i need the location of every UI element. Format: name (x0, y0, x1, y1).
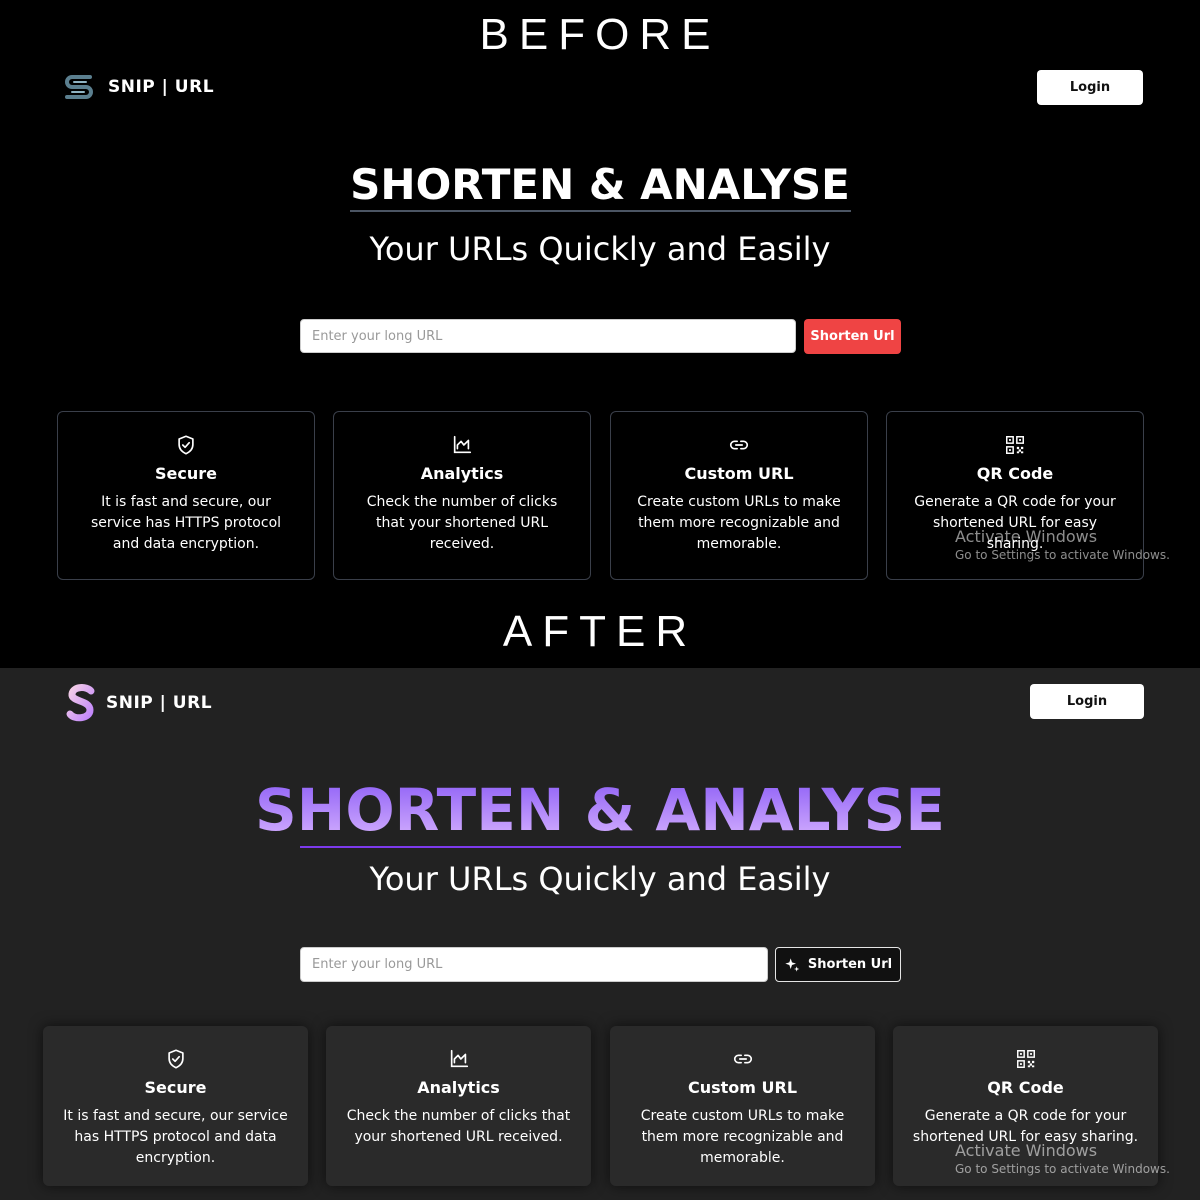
brand-name: SNIP | URL (108, 77, 215, 97)
before-panel: SNIP | URL Login SHORTEN & ANALYSE Your … (0, 0, 1200, 607)
hero-title: SHORTEN & ANALYSE (350, 160, 850, 209)
card-title: Custom URL (684, 464, 794, 483)
feature-card-custom-url: Custom URL Create custom URLs to make th… (610, 411, 868, 580)
card-description: Check the number of clicks that your sho… (366, 494, 558, 552)
watermark-subtitle: Go to Settings to activate Windows. (955, 548, 1170, 562)
card-description: Create custom URLs to make them more rec… (640, 1108, 845, 1166)
card-title: Analytics (420, 464, 504, 483)
hero-underline (350, 210, 851, 212)
url-input[interactable]: Enter your long URL (300, 319, 796, 353)
hero-title: SHORTEN & ANALYSE (0, 776, 1200, 844)
feature-card-secure: Secure It is fast and secure, our servic… (43, 1026, 308, 1186)
qr-code-icon (1004, 434, 1026, 456)
watermark-title: Activate Windows (955, 1141, 1098, 1160)
card-description: Create custom URLs to make them more rec… (637, 494, 841, 552)
shorten-url-label: Shorten Url (810, 329, 895, 344)
link-icon (732, 1048, 754, 1070)
chart-icon (448, 1048, 470, 1070)
windows-activation-watermark: Activate Windows Go to Settings to activ… (955, 1141, 1170, 1176)
link-icon (728, 434, 750, 456)
brand-name: SNIP | URL (106, 693, 213, 713)
feature-card-analytics: Analytics Check the number of clicks tha… (333, 411, 591, 580)
shorten-url-button[interactable]: Shorten Url (804, 319, 901, 354)
brand-logo[interactable]: SNIP | URL (62, 72, 214, 102)
shield-check-icon (175, 434, 197, 456)
sparkle-icon (785, 957, 800, 972)
before-label: BEFORE (479, 10, 721, 59)
url-input-placeholder: Enter your long URL (312, 328, 443, 344)
card-description: Check the number of clicks that your sho… (346, 1108, 571, 1145)
hero-underline (300, 846, 901, 848)
card-description: It is fast and secure, our service has H… (63, 1108, 288, 1166)
shorten-url-label: Shorten Url (807, 957, 893, 972)
chart-icon (451, 434, 473, 456)
watermark-title: Activate Windows (955, 527, 1098, 546)
login-button[interactable]: Login (1037, 70, 1143, 105)
qr-code-icon (1015, 1048, 1037, 1070)
url-input[interactable]: Enter your long URL (300, 947, 768, 982)
login-button[interactable]: Login (1030, 684, 1144, 719)
snip-logo-icon (66, 684, 95, 722)
windows-activation-watermark: Activate Windows Go to Settings to activ… (955, 527, 1170, 562)
url-input-placeholder: Enter your long URL (312, 957, 443, 972)
card-title: Secure (144, 1078, 207, 1097)
card-title: QR Code (987, 1078, 1064, 1097)
feature-card-secure: Secure It is fast and secure, our servic… (57, 411, 315, 580)
snip-logo-icon (65, 75, 93, 99)
watermark-subtitle: Go to Settings to activate Windows. (955, 1162, 1170, 1176)
feature-card-analytics: Analytics Check the number of clicks tha… (326, 1026, 591, 1186)
card-title: Custom URL (687, 1078, 798, 1097)
feature-card-custom-url: Custom URL Create custom URLs to make th… (610, 1026, 875, 1186)
shield-check-icon (165, 1048, 187, 1070)
hero-subtitle: Your URLs Quickly and Easily (369, 230, 831, 268)
shorten-url-button[interactable]: Shorten Url (775, 947, 901, 982)
card-title: Secure (155, 464, 217, 483)
card-description: It is fast and secure, our service has H… (90, 494, 282, 552)
card-title: QR Code (976, 464, 1054, 483)
after-panel: SNIP | URL Login SHORTEN & ANALYSE Your … (0, 668, 1200, 1200)
card-title: Analytics (417, 1078, 500, 1097)
after-label: AFTER (502, 607, 698, 656)
brand-logo[interactable]: SNIP | URL (64, 683, 212, 723)
hero-subtitle: Your URLs Quickly and Easily (369, 860, 831, 898)
